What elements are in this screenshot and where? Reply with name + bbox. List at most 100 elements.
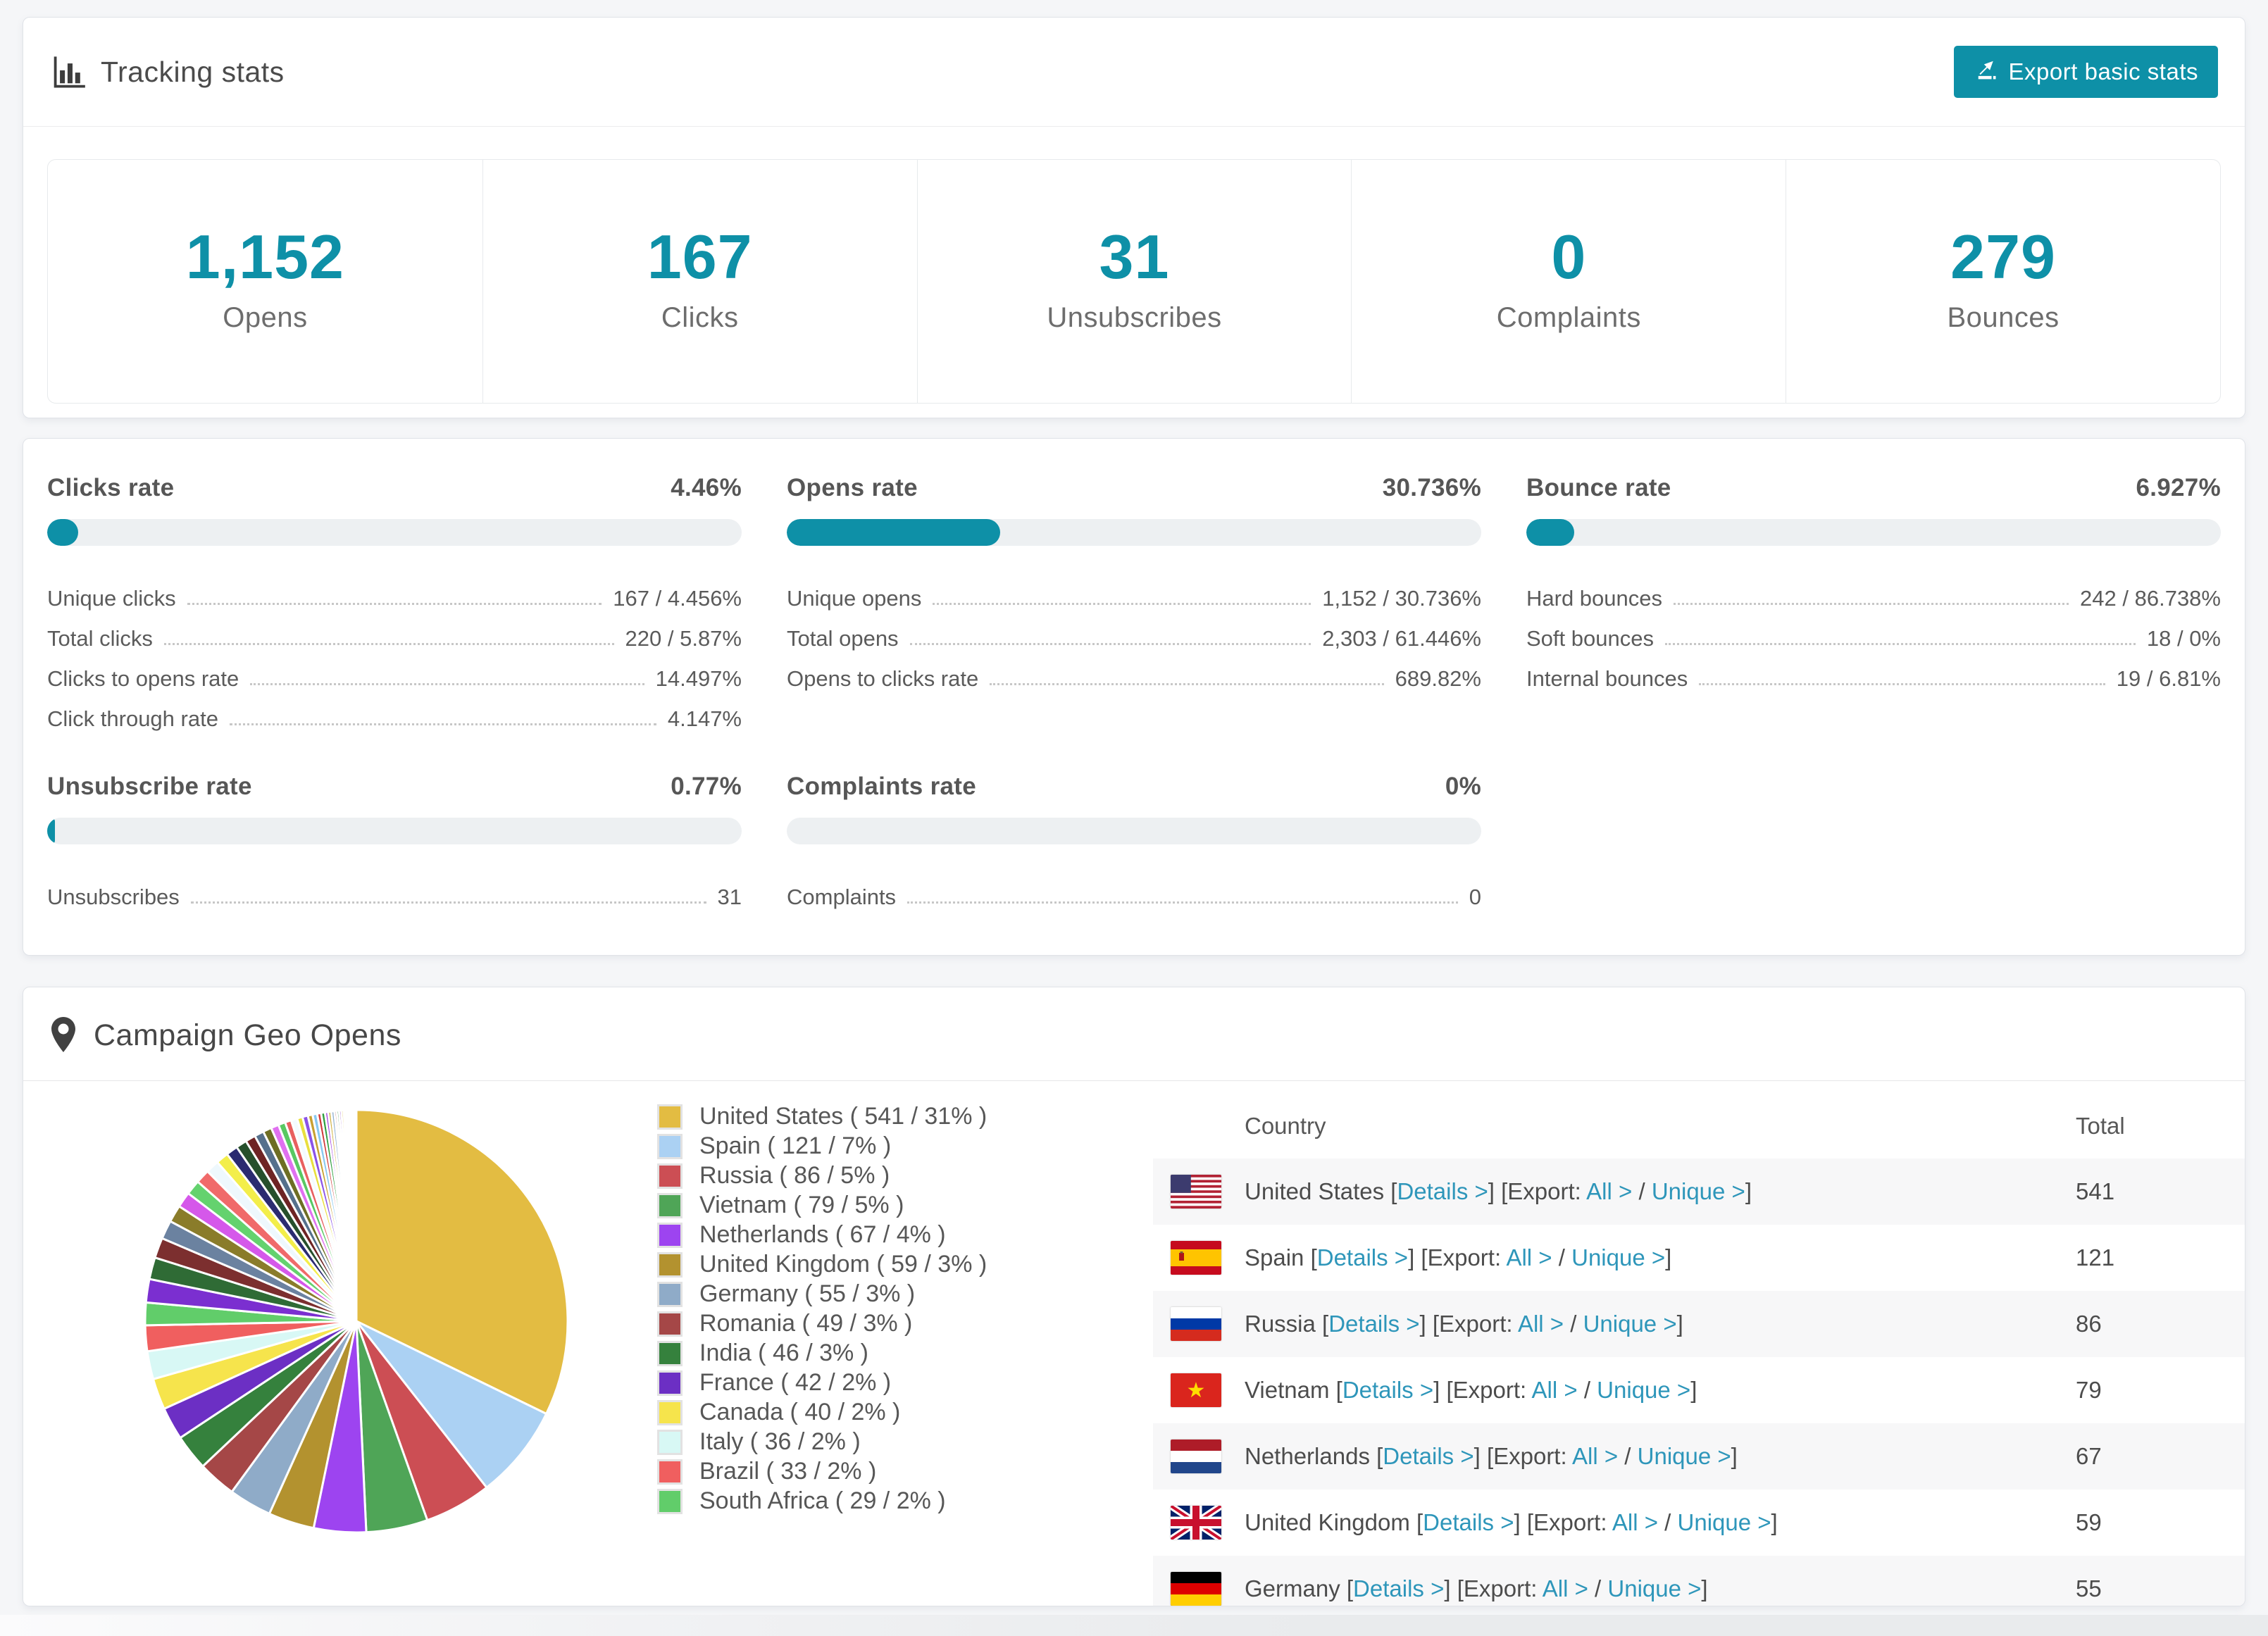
legend-item: Russia ( 86 / 5% ) (657, 1162, 987, 1189)
export-unique-link[interactable]: Unique > (1607, 1575, 1701, 1601)
dotted-leader (250, 683, 644, 685)
progress-bar (787, 519, 1481, 546)
legend-swatch (657, 1311, 683, 1337)
legend-label: France ( 42 / 2% ) (699, 1369, 892, 1396)
export-basic-stats-button[interactable]: Export basic stats (1953, 46, 2218, 98)
rate-block-complaints: Complaints rate 0% Complaints 0 (787, 773, 1481, 910)
rate-row-value: 242 / 86.738% (2080, 586, 2221, 611)
export-all-link[interactable]: All > (1506, 1244, 1552, 1270)
legend-swatch (657, 1340, 683, 1366)
export-unique-link[interactable]: Unique > (1638, 1443, 1731, 1469)
rate-value: 0% (1445, 773, 1481, 800)
rate-header: Complaints rate 0% (787, 773, 1481, 801)
text: United Kingdom (1245, 1509, 1416, 1535)
rate-row-value: 0 (1469, 885, 1481, 909)
summary-card: 1,152 Opens (48, 160, 482, 403)
rate-row-label: Unsubscribes (47, 885, 180, 909)
text: Germany (1245, 1575, 1347, 1601)
geo-country-cell: Spain [Details >] [Export: All > / Uniqu… (1245, 1244, 1671, 1271)
rate-block-bounce: Bounce rate 6.927% Hard bounces 242 / 86.73… (1526, 474, 2221, 732)
text: / (1564, 1311, 1583, 1337)
progress-bar-fill (787, 519, 1001, 546)
details-link[interactable]: Details > (1383, 1443, 1473, 1469)
legend-swatch (657, 1459, 683, 1485)
details-link[interactable]: Details > (1317, 1244, 1408, 1270)
table-row: Russia [Details >] [Export: All > / Uniq… (1153, 1291, 2245, 1357)
rate-row-value: 4.147% (667, 706, 742, 731)
export-unique-link[interactable]: Unique > (1652, 1178, 1745, 1204)
export-all-link[interactable]: All > (1532, 1377, 1578, 1403)
text: [ (1376, 1443, 1383, 1469)
legend-swatch (657, 1104, 683, 1130)
legend-label: Vietnam ( 79 / 5% ) (699, 1192, 904, 1218)
rate-row: Total clicks 220 / 5.87% (47, 611, 742, 651)
legend-item: United Kingdom ( 59 / 3% ) (657, 1251, 987, 1278)
legend-item: Brazil ( 33 / 2% ) (657, 1458, 987, 1485)
rate-row-value: 220 / 5.87% (625, 626, 742, 651)
dotted-leader (229, 723, 656, 725)
rate-row: Internal bounces 19 / 6.81% (1526, 651, 2221, 692)
export-all-link[interactable]: All > (1586, 1178, 1632, 1204)
export-all-link[interactable]: All > (1543, 1575, 1588, 1601)
text: Netherlands (1245, 1443, 1377, 1469)
summary-value: 279 (1950, 222, 2056, 292)
legend-label: India ( 46 / 3% ) (699, 1340, 869, 1366)
legend-label: Spain ( 121 / 7% ) (699, 1132, 892, 1159)
export-unique-link[interactable]: Unique > (1583, 1311, 1677, 1337)
export-unique-link[interactable]: Unique > (1571, 1244, 1665, 1270)
geo-pie-svg (144, 1109, 569, 1534)
rate-row-value: 1,152 / 30.736% (1322, 586, 1481, 611)
rate-value: 6.927% (2136, 474, 2221, 501)
legend-label: Netherlands ( 67 / 4% ) (699, 1221, 946, 1248)
rate-rows: Unique clicks 167 / 4.456% Total clicks 220… (47, 571, 742, 732)
geo-total-cell: 67 (2076, 1443, 2102, 1469)
legend-swatch (657, 1370, 683, 1396)
details-link[interactable]: Details > (1353, 1575, 1444, 1601)
export-all-link[interactable]: All > (1518, 1311, 1564, 1337)
geo-total-cell: 541 (2076, 1178, 2115, 1204)
legend-label: United Kingdom ( 59 / 3% ) (699, 1251, 987, 1278)
text: ] (1701, 1575, 1708, 1601)
rate-row: Total opens 2,303 / 61.446% (787, 611, 1481, 651)
rate-row-value: 167 / 4.456% (613, 586, 742, 611)
geo-total-cell: 86 (2076, 1311, 2102, 1337)
tracking-stats-page: Tracking stats Export basic stats 1,152 O… (0, 0, 2268, 1636)
summary-card: 0 Complaints (1351, 160, 1786, 403)
rate-row-label: Unique opens (787, 586, 922, 611)
legend-label: South Africa ( 29 / 2% ) (699, 1487, 946, 1514)
geo-country-cell: Germany [Details >] [Export: All > / Uni… (1245, 1575, 1708, 1602)
rate-row: Soft bounces 18 / 0% (1526, 611, 2221, 651)
details-link[interactable]: Details > (1342, 1377, 1433, 1403)
text: ] (1731, 1443, 1738, 1469)
geo-title: Campaign Geo Opens (94, 1018, 401, 1052)
text: ] (1473, 1443, 1487, 1469)
geo-country-cell: Russia [Details >] [Export: All > / Uniq… (1245, 1311, 1683, 1337)
table-row: ★ Vietnam [Details >] [Export: All > / Un… (1153, 1357, 2245, 1423)
dotted-leader (1674, 603, 2069, 605)
text: ] (1419, 1311, 1433, 1337)
bar-chart-icon (50, 54, 87, 90)
rate-row-label: Click through rate (47, 706, 218, 731)
summary-card: 31 Unsubscribes (916, 160, 1352, 403)
dotted-leader (1664, 643, 2136, 645)
geo-legend: United States ( 541 / 31% ) Spain ( 121 /… (657, 1103, 987, 1519)
text: Vietnam (1245, 1377, 1336, 1403)
rates-grid: Clicks rate 4.46% Unique clicks 167 / 4.456… (47, 474, 2221, 910)
details-link[interactable]: Details > (1328, 1311, 1419, 1337)
export-all-link[interactable]: All > (1572, 1443, 1618, 1469)
summary-value: 167 (647, 222, 753, 292)
details-link[interactable]: Details > (1397, 1178, 1488, 1204)
text: Russia (1245, 1311, 1323, 1337)
export-all-link[interactable]: All > (1612, 1509, 1658, 1535)
export-unique-link[interactable]: Unique > (1678, 1509, 1771, 1535)
page-bottom-band (0, 1615, 2268, 1636)
rate-row-label: Complaints (787, 885, 897, 909)
geo-pie-chart (139, 1104, 574, 1539)
details-link[interactable]: Details > (1423, 1509, 1514, 1535)
text: United States (1245, 1178, 1391, 1204)
export-unique-link[interactable]: Unique > (1597, 1377, 1690, 1403)
text: / (1552, 1244, 1572, 1270)
geo-header: Campaign Geo Opens (23, 987, 2245, 1081)
rate-block-unsubscribe: Unsubscribe rate 0.77% Unsubscribes 31 (47, 773, 742, 910)
rate-value: 0.77% (671, 773, 742, 800)
